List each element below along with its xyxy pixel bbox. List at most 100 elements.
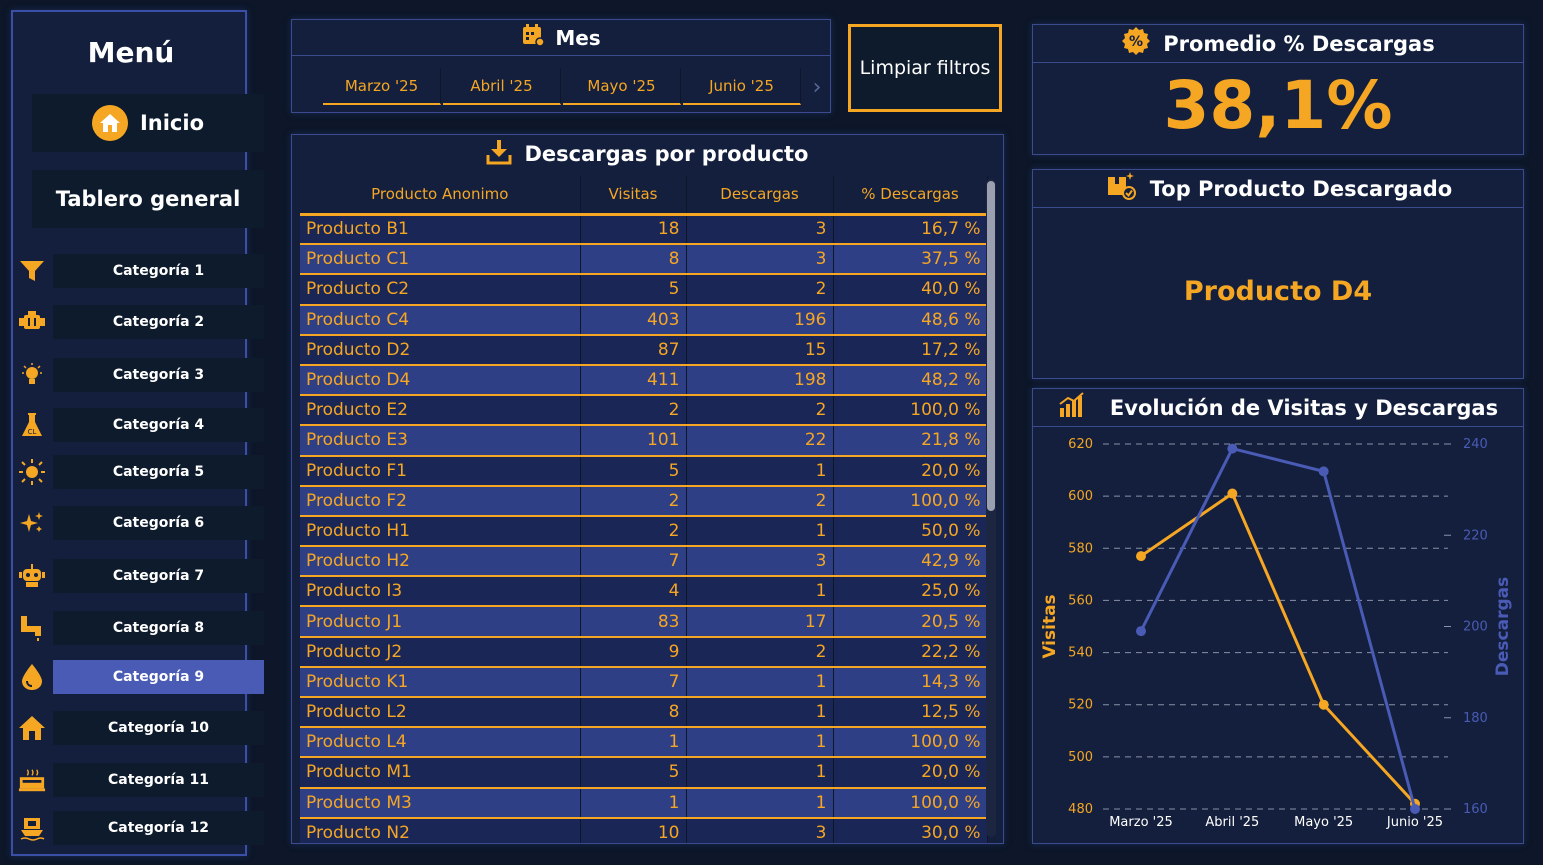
- table-row[interactable]: Producto L4 1 1 100,0 %: [300, 727, 988, 759]
- products-table: Producto Anonimo Visitas Descargas % Des…: [300, 176, 988, 843]
- sidebar-item-categoria-9[interactable]: Categoría 9: [53, 660, 264, 694]
- dashboard-label: Tablero general: [55, 187, 241, 211]
- chart-title: Evolución de Visitas y Descargas: [1109, 395, 1499, 420]
- table-row[interactable]: Producto M3 1 1 100,0 %: [300, 787, 988, 819]
- cell-producto: Producto E2: [300, 395, 581, 427]
- cell-producto: Producto H1: [300, 515, 581, 548]
- factory-icon: [18, 766, 46, 794]
- sidebar-item-categoria-10[interactable]: Categoría 10: [53, 711, 264, 745]
- sidebar-item-categoria-2[interactable]: Categoría 2: [53, 305, 264, 339]
- table-row[interactable]: Producto C1 8 3 37,5 %: [300, 244, 988, 276]
- home-button[interactable]: Inicio: [32, 94, 264, 152]
- cell-visitas: 5: [580, 757, 687, 789]
- month-tab-mayo[interactable]: Mayo '25: [563, 68, 681, 105]
- cell-pct-descargas: 48,6 %: [833, 304, 988, 336]
- top-product-value: Producto D4: [1183, 276, 1373, 307]
- cell-pct-descargas: 37,5 %: [833, 244, 988, 276]
- data-point-descargas[interactable]: [1410, 804, 1420, 814]
- table-row[interactable]: Producto H1 2 1 50,0 %: [300, 515, 988, 548]
- cell-descargas: 1: [686, 666, 834, 699]
- y2-tick-label: 240: [1463, 437, 1488, 452]
- cell-pct-descargas: 30,0 %: [833, 817, 988, 843]
- data-point-visitas[interactable]: [1227, 488, 1238, 499]
- month-tab-abril[interactable]: Abril '25: [443, 68, 561, 105]
- sidebar-item-categoria-8[interactable]: Categoría 8: [53, 611, 264, 645]
- cell-descargas: 17: [686, 606, 834, 638]
- cell-producto: Producto E3: [300, 425, 581, 457]
- cell-producto: Producto J1: [300, 606, 581, 638]
- table-row[interactable]: Producto H2 7 3 42,9 %: [300, 546, 988, 578]
- scrollbar-thumb[interactable]: [987, 181, 995, 511]
- menu-title: Menú: [87, 36, 175, 69]
- table-row[interactable]: Producto J2 9 2 22,2 %: [300, 636, 988, 668]
- sidebar-item-categoria-3[interactable]: Categoría 3: [53, 358, 264, 392]
- table-row[interactable]: Producto N2 10 3 30,0 %: [300, 817, 988, 843]
- table-row[interactable]: Producto C2 5 2 40,0 %: [300, 274, 988, 306]
- sidebar-category-row: Categoría 7: [13, 559, 266, 593]
- sidebar-item-categoria-7[interactable]: Categoría 7: [53, 559, 264, 593]
- y-tick-label: 560: [1068, 593, 1093, 608]
- cell-descargas: 2: [686, 485, 834, 517]
- sidebar-item-categoria-12[interactable]: Categoría 12: [53, 811, 264, 845]
- data-point-descargas[interactable]: [1227, 443, 1238, 454]
- sparkle-icon: [18, 509, 46, 537]
- download-icon: [486, 139, 512, 170]
- table-row[interactable]: Producto J1 83 17 20,5 %: [300, 606, 988, 638]
- kpi-header: % Promedio % Descargas: [1033, 25, 1523, 63]
- cell-pct-descargas: 25,0 %: [833, 576, 988, 608]
- chevron-right-icon[interactable]: ›: [808, 72, 826, 102]
- table-row[interactable]: Producto C4 403 196 48,6 %: [300, 304, 988, 336]
- cell-pct-descargas: 22,2 %: [833, 636, 988, 668]
- home-icon: [91, 105, 128, 141]
- sidebar-item-categoria-4[interactable]: Categoría 4: [53, 408, 264, 442]
- funnel-icon: [18, 257, 46, 285]
- cell-pct-descargas: 21,8 %: [833, 425, 988, 457]
- data-point-descargas[interactable]: [1318, 466, 1329, 477]
- column-header-visitas[interactable]: Visitas: [580, 176, 687, 216]
- sidebar-item-categoria-1[interactable]: Categoría 1: [53, 254, 264, 288]
- cell-visitas: 87: [580, 334, 687, 366]
- column-header-pct-descargas[interactable]: % Descargas: [833, 176, 988, 216]
- line-chart: 480 500 520 540 560 580 600 620 160 180 200 220 240 M…: [1040, 437, 1513, 830]
- bar-chart-icon: [1058, 392, 1086, 423]
- y-tick-label: 500: [1068, 750, 1093, 765]
- cell-visitas: 2: [580, 515, 687, 548]
- sidebar-category-row: Categoría 12: [13, 811, 266, 845]
- table-row[interactable]: Producto D2 87 15 17,2 %: [300, 334, 988, 366]
- sidebar-category-row: Categoría 2: [13, 305, 266, 339]
- month-tab-junio[interactable]: Junio '25: [683, 68, 801, 105]
- cell-descargas: 15: [686, 334, 834, 366]
- table-row[interactable]: Producto I3 4 1 25,0 %: [300, 576, 988, 608]
- month-tab-marzo[interactable]: Marzo '25: [323, 68, 441, 105]
- table-scrollbar[interactable]: [986, 179, 996, 837]
- table-row[interactable]: Producto B1 18 3 16,7 %: [300, 214, 988, 246]
- table-row[interactable]: Producto F2 2 2 100,0 %: [300, 485, 988, 517]
- table-row[interactable]: Producto E3 101 22 21,8 %: [300, 425, 988, 457]
- table-row[interactable]: Producto M1 5 1 20,0 %: [300, 757, 988, 789]
- cell-pct-descargas: 14,3 %: [833, 666, 988, 699]
- table-row[interactable]: Producto K1 7 1 14,3 %: [300, 666, 988, 699]
- cell-producto: Producto F1: [300, 455, 581, 487]
- cell-producto: Producto L2: [300, 697, 581, 729]
- sidebar-item-categoria-6[interactable]: Categoría 6: [53, 506, 264, 540]
- table-row[interactable]: Producto D4 411 198 48,2 %: [300, 364, 988, 397]
- top-product-header: Top Producto Descargado: [1033, 170, 1523, 208]
- column-header-producto[interactable]: Producto Anonimo: [300, 176, 581, 216]
- table-row[interactable]: Producto L2 8 1 12,5 %: [300, 697, 988, 729]
- sun-icon: [18, 458, 46, 486]
- clear-filters-button[interactable]: Limpiar filtros: [848, 24, 1002, 112]
- products-table-panel: Descargas por producto Producto Anonimo …: [291, 134, 1004, 844]
- data-point-visitas[interactable]: [1136, 551, 1146, 562]
- data-point-descargas[interactable]: [1136, 626, 1146, 637]
- dashboard-button[interactable]: Tablero general: [32, 170, 264, 228]
- data-point-visitas[interactable]: [1318, 699, 1329, 710]
- column-header-descargas[interactable]: Descargas: [686, 176, 834, 216]
- home-label: Inicio: [139, 111, 205, 135]
- sidebar-category-row: Categoría 6: [13, 506, 266, 540]
- sidebar-item-categoria-5[interactable]: Categoría 5: [53, 455, 264, 489]
- y-tick-label: 480: [1068, 802, 1093, 817]
- sidebar-item-categoria-11[interactable]: Categoría 11: [53, 763, 264, 797]
- sidebar-category-row: Categoría 3: [13, 358, 266, 392]
- table-row[interactable]: Producto F1 5 1 20,0 %: [300, 455, 988, 487]
- table-row[interactable]: Producto E2 2 2 100,0 %: [300, 395, 988, 427]
